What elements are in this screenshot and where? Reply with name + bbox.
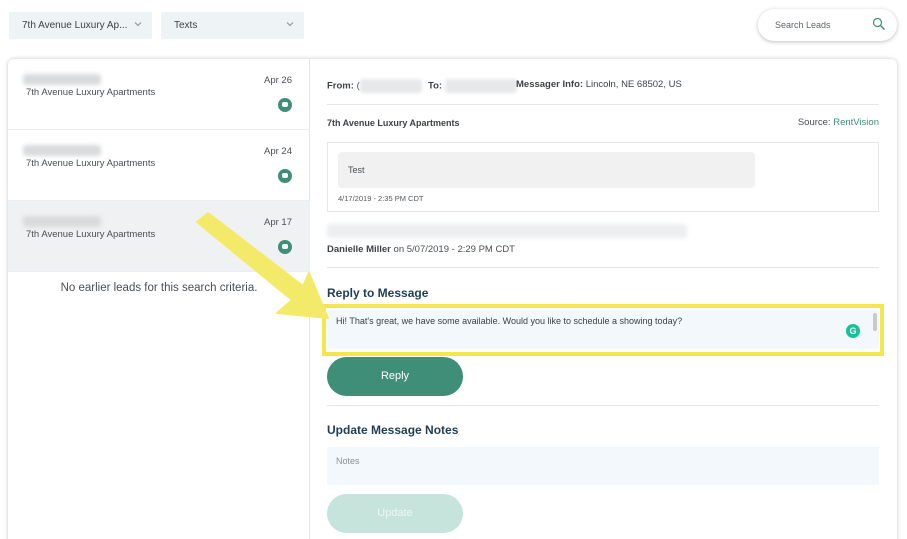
from-field: From: ( [327,79,422,93]
lead-date: Apr 24 [264,146,292,157]
message-detail: From: ( To: Messager Info: Lincoln, NE 6… [322,59,884,539]
search-leads-input[interactable]: Search Leads [758,9,897,41]
lead-name-redacted [23,145,101,156]
lead-date: Apr 26 [264,75,292,86]
message-bubble: Test [338,152,755,188]
from-redacted [359,79,422,93]
message-type-dropdown-value: Texts [174,20,198,31]
inbox-panel: 7th Avenue Luxury Apartments Apr 26 7th … [8,59,897,539]
lead-item-selected[interactable]: 7th Avenue Luxury Apartments Apr 17 [8,201,310,272]
message-type-dropdown[interactable]: Texts [161,12,304,39]
lead-name-redacted [23,74,101,85]
messager-info-label: Messager Info: [516,79,584,90]
search-icon[interactable] [872,17,886,31]
divider [327,267,879,268]
note-redacted [327,224,687,238]
chevron-down-icon [286,22,294,27]
chat-icon [278,169,292,183]
note-author-line: Danielle Miller on 5/07/2019 - 2:29 PM C… [327,244,515,255]
from-label: From: [327,80,354,92]
lead-community: 7th Avenue Luxury Apartments [26,229,156,240]
reply-title: Reply to Message [327,286,429,300]
message-thread: Test 4/17/2019 - 2:35 PM CDT [327,142,879,212]
divider [327,405,879,406]
no-leads-message: No earlier leads for this search criteri… [60,282,258,294]
to-label: To: [428,80,443,92]
note-author-time: on 5/07/2019 - 2:29 PM CDT [393,244,515,255]
message-timestamp: 4/17/2019 - 2:35 PM CDT [338,194,424,203]
messager-info: Messager Info: Lincoln, NE 68502, US [516,79,682,90]
message-source: Source: RentVision [798,117,879,128]
lead-item[interactable]: 7th Avenue Luxury Apartments Apr 24 [8,130,310,201]
notes-title: Update Message Notes [327,423,459,437]
divider [327,104,879,105]
note-author: Danielle Miller [327,244,391,255]
notes-textarea[interactable]: Notes [327,447,879,485]
community-dropdown-value: 7th Avenue Luxury Ap... [22,20,128,31]
source-label: Source: [797,117,831,128]
community-dropdown[interactable]: 7th Avenue Luxury Ap... [9,12,152,39]
lead-list: 7th Avenue Luxury Apartments Apr 26 7th … [8,59,310,539]
messager-info-value: Lincoln, NE 68502, US [585,79,682,90]
lead-date: Apr 17 [264,217,292,228]
top-bar: 7th Avenue Luxury Ap... Texts Search Lea… [0,0,907,56]
search-placeholder: Search Leads [775,20,831,30]
to-field: To: [428,79,517,93]
lead-name-redacted [23,216,101,227]
source-link[interactable]: RentVision [833,117,879,128]
lead-item[interactable]: 7th Avenue Luxury Apartments Apr 26 [8,59,310,130]
chevron-down-icon [134,22,142,27]
lead-community: 7th Avenue Luxury Apartments [26,87,156,98]
lead-community: 7th Avenue Luxury Apartments [26,158,156,169]
reply-button[interactable]: Reply [327,357,463,396]
update-button[interactable]: Update [327,494,463,533]
reply-textarea[interactable]: Hi! That's great, we have some available… [327,310,879,349]
reply-scrollbar[interactable] [873,313,877,331]
chat-icon [278,98,292,112]
to-redacted [444,79,517,93]
message-community: 7th Avenue Luxury Apartments [327,118,460,128]
grammarly-icon[interactable]: G [846,324,860,338]
chat-icon [278,240,292,254]
